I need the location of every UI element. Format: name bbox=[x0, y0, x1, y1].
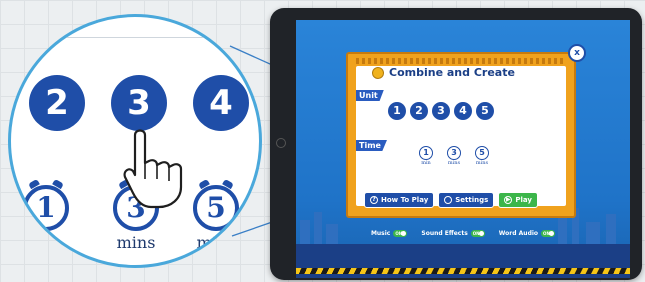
tablet-camera bbox=[276, 138, 286, 148]
zoom-time-unit: mins bbox=[116, 233, 156, 252]
title-badge-icon bbox=[372, 66, 384, 79]
unit-option-1[interactable]: 1 bbox=[388, 102, 406, 120]
unit-label: Unit bbox=[356, 90, 384, 101]
unit-selector: 1 2 3 4 5 bbox=[388, 102, 494, 120]
pointing-hand-icon bbox=[123, 129, 183, 209]
time-label: Time bbox=[356, 140, 387, 151]
zoom-magnifier: 2 3 4 1 in 3 mins 5 mins bbox=[8, 14, 262, 268]
how-to-play-label: How To Play bbox=[381, 196, 429, 204]
toggle-sound-effects[interactable]: Sound Effects ON bbox=[421, 230, 485, 237]
unit-option-4[interactable]: 4 bbox=[454, 102, 472, 120]
zoom-time-unit: in bbox=[38, 233, 54, 252]
toggle-switch[interactable]: ON bbox=[541, 230, 556, 237]
time-option-1[interactable]: 1 min bbox=[418, 146, 434, 166]
play-label: Play bbox=[515, 196, 532, 204]
audio-toggles: Music ON Sound Effects ON Word Audio ON bbox=[296, 230, 630, 237]
toggle-music[interactable]: Music ON bbox=[370, 230, 408, 237]
zoom-unit-3[interactable]: 3 bbox=[111, 75, 167, 131]
dialog-title: Combine and Create bbox=[389, 66, 515, 79]
alarm-clock-icon: 5 bbox=[193, 185, 239, 231]
unit-option-3[interactable]: 3 bbox=[432, 102, 450, 120]
toggle-label: Word Audio bbox=[498, 230, 539, 237]
alarm-clock-icon: 1 bbox=[23, 185, 69, 231]
play-icon: ▶ bbox=[504, 196, 513, 204]
unit-option-5[interactable]: 5 bbox=[476, 102, 494, 120]
alarm-clock-icon: 5 bbox=[475, 146, 489, 160]
dialog-button-row: ? How To Play Settings ▶ Play bbox=[364, 192, 538, 208]
zoom-unit-2[interactable]: 2 bbox=[29, 75, 85, 131]
question-icon: ? bbox=[370, 196, 378, 204]
dialog-title-row: Combine and Create bbox=[372, 66, 515, 79]
time-option-5[interactable]: 5 mins bbox=[474, 146, 490, 166]
time-unit: min bbox=[421, 160, 431, 166]
time-selector: 1 min 3 mins 5 mins bbox=[418, 146, 490, 166]
dialog-panel bbox=[356, 66, 566, 206]
settings-label: Settings bbox=[455, 196, 489, 204]
toggle-label: Music bbox=[370, 230, 391, 237]
unit-option-2[interactable]: 2 bbox=[410, 102, 428, 120]
play-button[interactable]: ▶ Play bbox=[498, 192, 538, 208]
toggle-switch[interactable]: ON bbox=[470, 230, 485, 237]
how-to-play-button[interactable]: ? How To Play bbox=[364, 192, 435, 208]
toggle-word-audio[interactable]: Word Audio ON bbox=[498, 230, 556, 237]
zoom-divider bbox=[35, 37, 235, 38]
time-option-3[interactable]: 3 mins bbox=[446, 146, 462, 166]
zoom-time-5[interactable]: 5 mins bbox=[193, 185, 239, 252]
zoom-unit-4[interactable]: 4 bbox=[193, 75, 249, 131]
hazard-stripe bbox=[296, 268, 630, 274]
settings-icon bbox=[444, 196, 453, 204]
settings-button[interactable]: Settings bbox=[438, 192, 495, 208]
alarm-clock-icon: 1 bbox=[419, 146, 433, 160]
time-unit: mins bbox=[447, 160, 461, 166]
toggle-label: Sound Effects bbox=[421, 230, 468, 237]
dialog-top-stripe bbox=[356, 58, 566, 64]
time-unit: mins bbox=[475, 160, 489, 166]
alarm-clock-icon: 3 bbox=[447, 146, 461, 160]
zoom-time-unit: mins bbox=[196, 233, 236, 252]
toggle-switch[interactable]: ON bbox=[393, 230, 408, 237]
zoom-time-1[interactable]: 1 in bbox=[23, 185, 69, 252]
close-icon[interactable]: x bbox=[568, 44, 586, 62]
